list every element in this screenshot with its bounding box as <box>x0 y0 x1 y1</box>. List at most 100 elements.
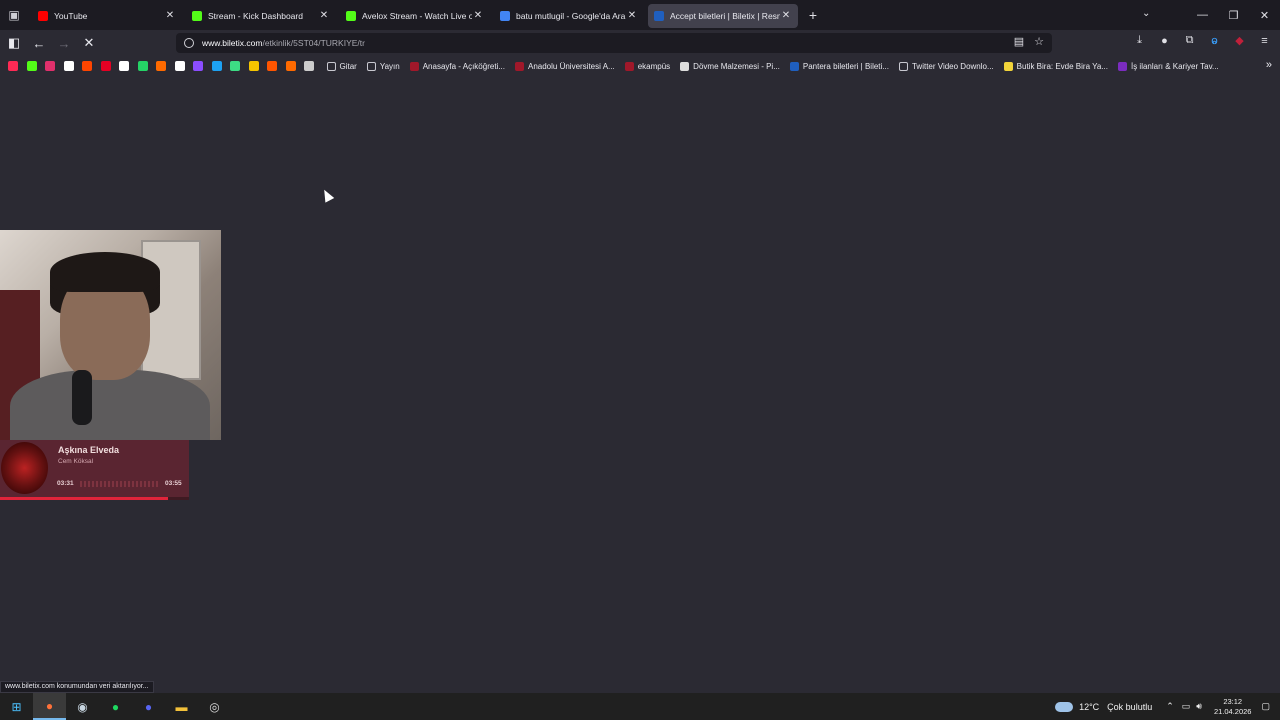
tab-0[interactable]: YouTube ✕ <box>32 4 182 28</box>
forward-button[interactable]: → <box>53 32 75 54</box>
bookmark-item[interactable]: Gitar <box>326 61 357 71</box>
tab-close-icon[interactable]: ✕ <box>318 10 330 21</box>
tab-close-icon[interactable]: ✕ <box>626 10 638 21</box>
beer-icon <box>1003 61 1013 71</box>
tray-expand-icon[interactable]: ⌃ <box>1166 701 1174 712</box>
bookmark-item[interactable]: Anasayfa - Açıköğreti... <box>409 61 505 71</box>
network-icon[interactable]: ▭ <box>1182 701 1191 712</box>
bookmark-item[interactable]: Yayın <box>366 61 400 71</box>
bookmark-label: Anadolu Üniversitesi A... <box>527 61 615 71</box>
bookmark-item[interactable]: Dövme Malzemesi - Pi... <box>680 61 780 71</box>
url-bar[interactable]: www.biletix.com/etkinlik/5ST04/TURKIYE/t… <box>176 33 1052 53</box>
extensions-icon[interactable]: ⧉ <box>1180 34 1199 47</box>
notifications-icon[interactable]: ▢ <box>1261 701 1270 712</box>
sidebar-toggle-icon[interactable]: ◧ <box>3 32 25 54</box>
tab-close-icon[interactable]: ✕ <box>472 10 484 21</box>
steam-icon[interactable]: ◉ <box>66 693 99 720</box>
new-tab-button[interactable]: + <box>802 7 824 23</box>
bookmark-favicon-icon[interactable] <box>193 61 203 71</box>
file-explorer-icon[interactable]: ▬ <box>165 693 198 720</box>
tab-3[interactable]: batu mutlugil - Google'da Ara ✕ <box>494 4 644 28</box>
total-duration: 03:55 <box>165 480 182 487</box>
toolbar-right: ⤓ ● ⧉ ⱺ ◆ ≡ <box>1130 34 1274 47</box>
song-title: Aşkına Elveda <box>58 445 120 455</box>
discord-icon[interactable]: ● <box>132 693 165 720</box>
tracking-protection-icon[interactable] <box>184 38 194 48</box>
volume-icon[interactable]: 🔊︎ <box>1196 701 1202 712</box>
close-window-icon[interactable]: ✕ <box>1249 9 1280 22</box>
bookmark-favicon-icon[interactable] <box>63 61 74 71</box>
folder-icon <box>326 61 336 71</box>
webcam-overlay <box>0 230 221 440</box>
bookmark-favicon-icon[interactable] <box>174 61 185 71</box>
bookmarks-toolbar: Gitar Yayın Anasayfa - Açıköğreti... Anadol… <box>0 56 1280 76</box>
chevron-down-icon[interactable]: ⌄ <box>1142 8 1150 19</box>
bookmark-favicon-icon[interactable] <box>285 61 296 71</box>
bookmark-favicon-icon[interactable] <box>82 61 92 71</box>
ublock-icon[interactable]: ◆ <box>1230 34 1249 47</box>
bookmark-item[interactable]: Twitter Video Downlo... <box>898 61 994 71</box>
bookmark-item[interactable]: İş ilanları & Kariyer Tav... <box>1117 61 1219 71</box>
bookmark-label: Pantera biletleri | Bileti... <box>802 61 889 71</box>
bookmark-label: İş ilanları & Kariyer Tav... <box>1130 61 1219 71</box>
song-artist: Cem Köksal <box>58 458 94 465</box>
bookmark-item[interactable]: Anadolu Üniversitesi A... <box>514 61 615 71</box>
bookmark-favicon-icon[interactable] <box>248 61 259 71</box>
bookmark-item[interactable]: ekampüs <box>624 61 670 71</box>
bookmark-item[interactable]: Pantera biletleri | Bileti... <box>789 61 889 71</box>
downloads-icon[interactable]: ⤓ <box>1130 34 1149 47</box>
minimize-icon[interactable]: — <box>1187 9 1218 21</box>
biletix-icon <box>789 61 799 71</box>
obs-icon[interactable]: ◎ <box>198 693 231 720</box>
windows-taskbar: ⊞ ● ◉ ● ● ▬ ◎ 12°C Çok bulutlu ⌃ ▭ 🔊︎ 23… <box>0 693 1280 720</box>
reader-view-icon[interactable]: ▤ <box>1014 35 1024 48</box>
bookmark-label: Gitar <box>339 61 357 71</box>
clock-date: 21.04.2026 <box>1213 706 1252 716</box>
bookmark-favicon-icon[interactable] <box>156 61 166 71</box>
bookmark-favicon-icon[interactable] <box>100 61 111 71</box>
album-art <box>1 442 48 494</box>
biletix-icon <box>654 10 664 21</box>
restore-icon[interactable]: ❐ <box>1218 9 1249 22</box>
bookmark-favicon-icon[interactable] <box>119 61 129 71</box>
weather-widget[interactable]: 12°C Çok bulutlu <box>1055 701 1153 712</box>
tab-overview-icon[interactable]: ▣ <box>0 0 28 30</box>
translate-extension-icon[interactable]: ⱺ <box>1205 34 1224 47</box>
stop-loading-button[interactable]: ✕ <box>78 32 100 54</box>
bookmark-favicon-icon[interactable] <box>230 61 240 71</box>
tab-close-icon[interactable]: ✕ <box>164 10 176 21</box>
bookmarks-overflow-icon[interactable]: » <box>1266 59 1272 71</box>
tab-4[interactable]: Accept biletleri | Biletix | Resmi B✕ <box>648 3 798 28</box>
status-panel: www.biletix.com konumundan veri aktarılı… <box>0 681 154 693</box>
weather-desc: Çok bulutlu <box>1107 701 1153 712</box>
bookmark-star-icon[interactable]: ☆ <box>1034 35 1044 48</box>
clock[interactable]: 23:12 21.04.2026 <box>1214 697 1252 717</box>
bookmark-favicon-icon[interactable] <box>304 61 314 71</box>
bookmark-favicon-icon[interactable] <box>267 61 277 71</box>
bookmark-item[interactable]: Butik Bira: Evde Bira Ya... <box>1003 61 1108 71</box>
account-icon[interactable]: ● <box>1155 35 1174 47</box>
kick-icon <box>346 10 356 21</box>
tab-close-icon[interactable]: ✕ <box>780 10 792 21</box>
spotify-icon[interactable]: ● <box>99 693 132 720</box>
bookmark-favicon-icon[interactable] <box>211 61 222 71</box>
bookmark-favicon-icon[interactable] <box>26 61 37 71</box>
progress-fill <box>0 497 169 500</box>
tab-1[interactable]: Stream - Kick Dashboard ✕ <box>186 4 336 28</box>
windows-start-icon[interactable]: ⊞ <box>0 693 33 720</box>
tattoo-icon <box>680 61 690 71</box>
bookmark-favicon-icon[interactable] <box>45 61 55 71</box>
kariyer-icon <box>1117 61 1127 71</box>
streamer-body <box>10 370 210 440</box>
menu-icon[interactable]: ≡ <box>1255 35 1274 47</box>
bookmark-favicon-icon[interactable] <box>137 61 148 71</box>
url-host: www.biletix.com <box>202 38 263 48</box>
google-icon <box>500 10 510 21</box>
firefox-icon[interactable]: ● <box>33 693 66 720</box>
back-button[interactable]: ← <box>28 32 50 54</box>
elapsed-time: 03:31 <box>57 480 74 487</box>
bookmark-favicon-icon[interactable] <box>8 61 18 71</box>
bookmark-label: Yayın <box>379 61 400 71</box>
folder-icon <box>366 61 376 71</box>
tab-2[interactable]: Avelox Stream - Watch Live on Ki✕ <box>340 4 490 28</box>
